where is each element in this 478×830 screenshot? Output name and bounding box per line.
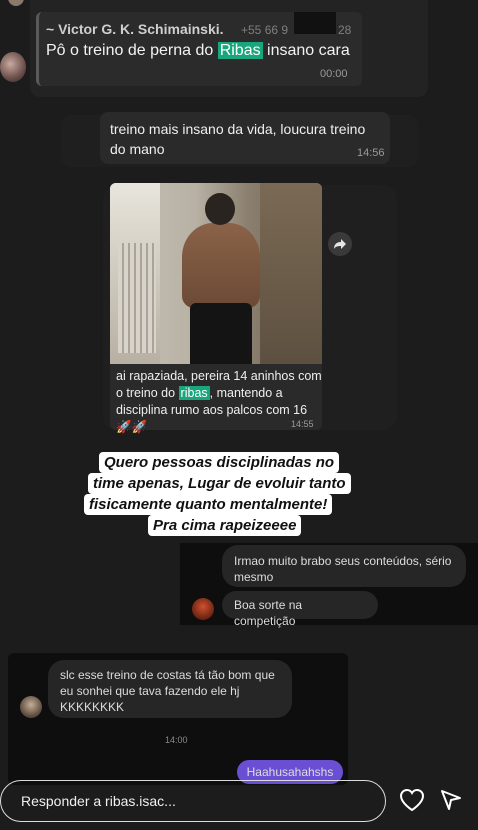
top-avatar <box>8 0 24 6</box>
send-button[interactable] <box>437 786 465 814</box>
photo-gym-back <box>110 183 322 364</box>
quoted-phone: +55 66 9 <box>241 23 289 37</box>
message-text: treino mais insano da vida, loucura trei… <box>110 121 366 157</box>
heart-icon <box>399 788 425 812</box>
avatar <box>192 598 214 620</box>
dm-message: Boa sorte na competição <box>222 591 378 628</box>
quoted-text: Pô o treino de perna do Ribas insano car… <box>46 42 350 59</box>
message-time: 14:56 <box>357 147 385 159</box>
send-icon <box>441 790 461 810</box>
forward-button[interactable] <box>328 232 352 256</box>
story-reply-input[interactable] <box>0 780 386 822</box>
avatar <box>0 52 26 82</box>
story-caption-line: time apenas, Lugar de evoluir tanto <box>88 473 351 494</box>
message-time: 00:00 <box>320 68 348 80</box>
dm-message: slc esse treino de costas tá tão bom que… <box>48 660 292 718</box>
like-button[interactable] <box>398 786 426 814</box>
avatar <box>20 696 42 718</box>
message-time: 14:55 <box>291 419 314 429</box>
story-caption-line: Quero pessoas disciplinadas no <box>99 452 340 473</box>
quoted-author: ~ Victor G. K. Schimainski. <box>46 21 224 37</box>
redaction-block <box>294 12 336 34</box>
story-caption-line: fisicamente quanto mentalmente! <box>84 494 333 515</box>
quoted-phone-suffix: 28 <box>338 23 352 37</box>
highlight-ribas: Ribas <box>217 42 263 59</box>
story-caption-line: Pra cima rapeizeeee <box>148 515 302 536</box>
dm-message: Irmao muito brabo seus conteúdos, sério … <box>222 545 466 587</box>
forward-icon <box>334 239 346 249</box>
dm-timestamp: 14:00 <box>165 735 188 745</box>
highlight-ribas: ribas <box>178 386 210 400</box>
